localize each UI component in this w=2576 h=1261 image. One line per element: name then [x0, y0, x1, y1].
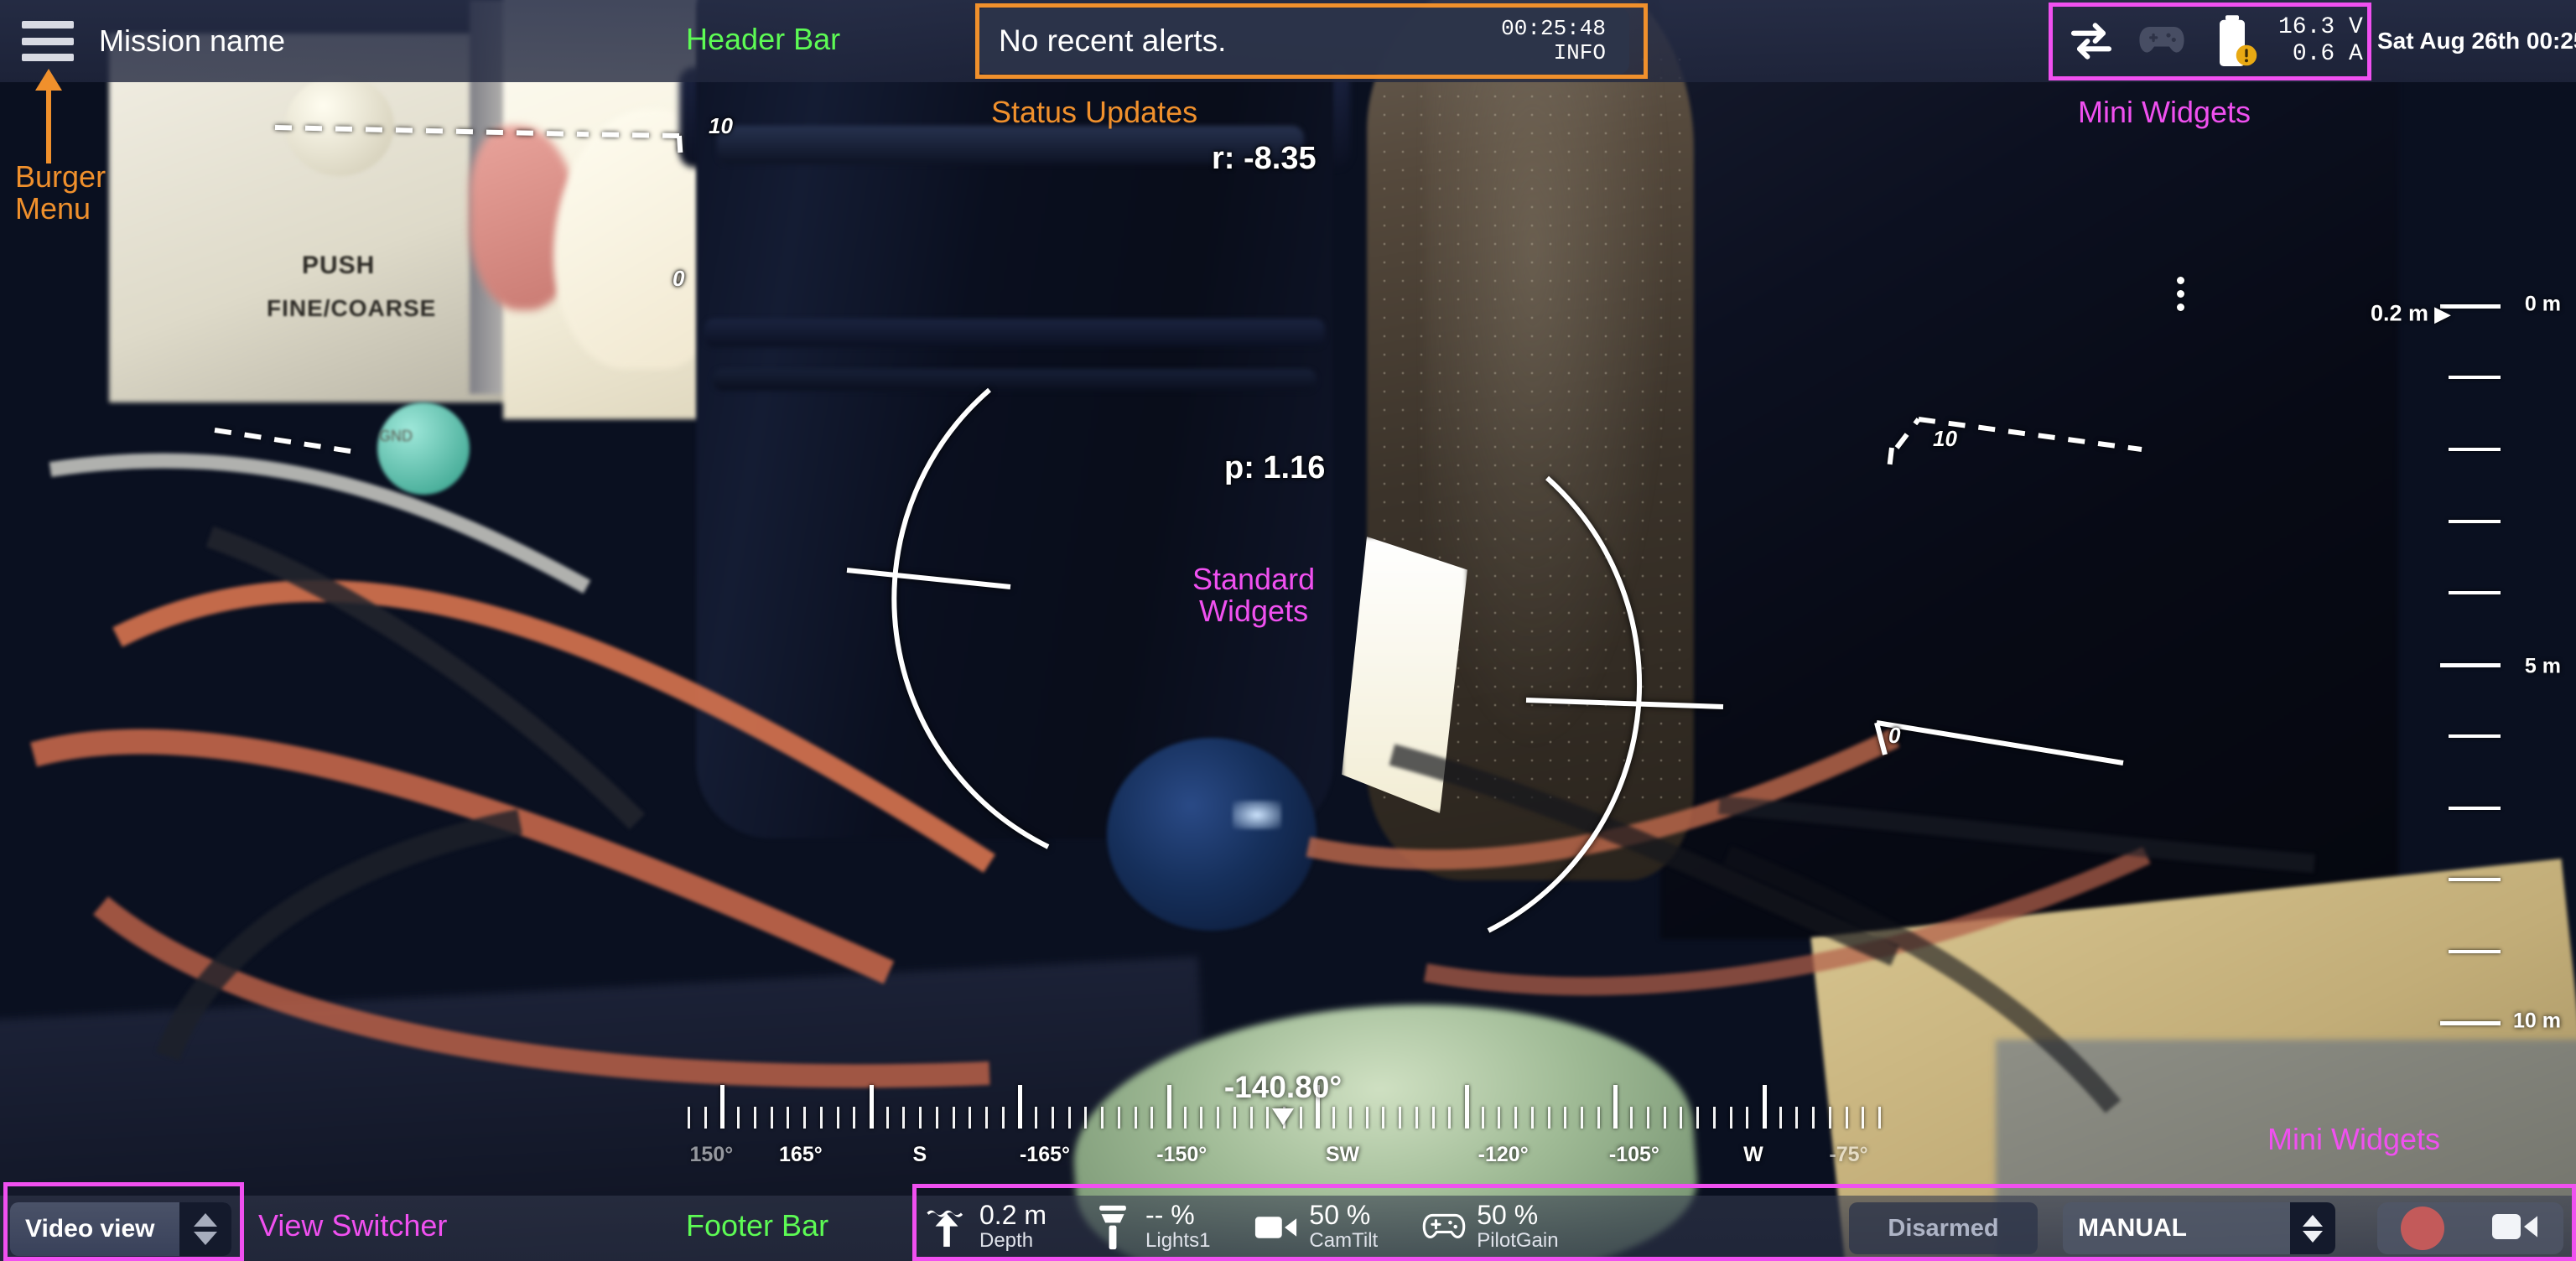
camtilt-value: 50 %	[1309, 1200, 1371, 1230]
burger-menu-icon[interactable]	[22, 21, 74, 61]
burger-menu-arrow	[46, 88, 51, 163]
status-updates-panel[interactable]: No recent alerts. 00:25:48 INFO	[975, 8, 1629, 74]
depth-label: Depth	[979, 1229, 1034, 1252]
mission-name[interactable]: Mission name	[99, 23, 285, 59]
burger-menu-arrow-head	[35, 69, 62, 91]
lights1-value: -- %	[1145, 1200, 1195, 1230]
battery-current: 0.6 A	[2292, 41, 2363, 67]
spinner-updown-icon[interactable]	[179, 1202, 231, 1256]
alert-timestamp: 00:25:48	[1501, 15, 1606, 41]
clock: Sat Aug 26th 00:25	[2377, 28, 2576, 54]
annotation-view-switcher: View Switcher	[258, 1208, 448, 1243]
battery-warning-icon[interactable]	[2208, 15, 2257, 66]
alert-message: No recent alerts.	[999, 23, 1227, 58]
battery-voltage: 16.3 V	[2278, 13, 2363, 40]
flight-mode-value: MANUAL	[2078, 1214, 2187, 1242]
camera-tilt-icon	[1254, 1205, 1299, 1250]
pilotgain-label: PilotGain	[1477, 1229, 1559, 1252]
annotation-mini-widgets-top: Mini Widgets	[2078, 95, 2251, 129]
gamepad-icon[interactable]	[2137, 17, 2186, 65]
footer-widget-depth[interactable]: 0.2 m Depth	[924, 1201, 1046, 1253]
view-switcher-value: Video view	[25, 1215, 155, 1243]
depth-value: 0.2 m	[979, 1200, 1047, 1230]
footer-widget-camtilt[interactable]: 50 % CamTilt	[1254, 1201, 1378, 1253]
footer-widget-lights1[interactable]: -- % Lights1	[1090, 1201, 1210, 1253]
record-circle-icon[interactable]	[2400, 1207, 2444, 1250]
arm-status-badge[interactable]: Disarmed	[1849, 1202, 2038, 1254]
video-feed[interactable]: PUSH FINE/COARSE GND	[0, 0, 2576, 1261]
camtilt-label: CamTilt	[1309, 1229, 1379, 1252]
alert-level: INFO	[1553, 40, 1606, 65]
annotation-mini-widgets-bottom: Mini Widgets	[2267, 1122, 2441, 1156]
mini-widgets-group-top: 16.3 V 0.6 A	[2049, 3, 2381, 80]
battery-readout: 16.3 V 0.6 A	[2278, 14, 2363, 68]
view-switcher[interactable]: Video view	[10, 1202, 231, 1256]
annotation-standard-widgets: Standard Widgets	[1192, 562, 1316, 628]
video-camera-icon[interactable]	[2490, 1209, 2541, 1248]
recording-controls	[2377, 1202, 2563, 1254]
annotation-status-updates: Status Updates	[991, 95, 1198, 129]
footer-widgets-group: 0.2 m Depth -- % Lights1 50 % CamTilt 50…	[914, 1198, 1559, 1257]
spinner-updown-icon[interactable]	[2290, 1202, 2335, 1254]
annotation-footer-bar: Footer Bar	[686, 1208, 829, 1243]
alert-meta: 00:25:48 INFO	[1501, 15, 1606, 65]
flight-mode-select[interactable]: MANUAL	[2063, 1202, 2335, 1254]
annotation-burger-menu: Burger Menu	[15, 159, 106, 226]
annotation-header-bar: Header Bar	[686, 22, 841, 56]
depth-arrow-icon	[924, 1205, 969, 1250]
gamepad-icon	[1421, 1205, 1467, 1250]
pilotgain-value: 50 %	[1477, 1200, 1539, 1230]
lights1-label: Lights1	[1145, 1229, 1211, 1252]
data-transfer-icon[interactable]	[2067, 17, 2116, 65]
rov-video-hud-screen: PUSH FINE/COARSE GND r: -8.35 p: 1.16 10…	[0, 0, 2576, 1261]
footer-widget-pilotgain[interactable]: 50 % PilotGain	[1421, 1200, 1559, 1253]
flashlight-icon	[1090, 1205, 1135, 1250]
